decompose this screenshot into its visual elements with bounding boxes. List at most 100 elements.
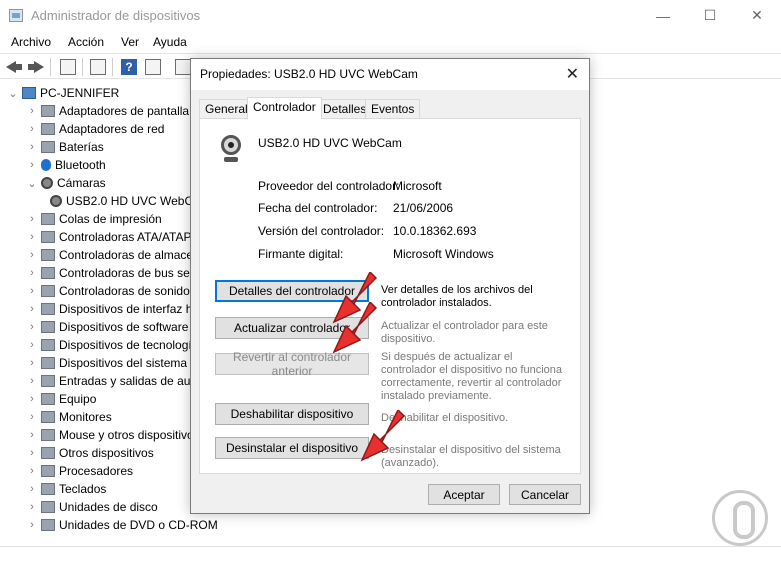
tree-category-item[interactable]: › Otros dispositivos xyxy=(27,444,154,462)
tree-category-item[interactable]: › Procesadores xyxy=(27,462,133,480)
tree-category-item[interactable]: › Teclados xyxy=(27,480,106,498)
tree-category-item[interactable]: › Dispositivos del sistema xyxy=(27,354,187,372)
forward-arrow-icon[interactable] xyxy=(28,59,44,75)
mouse-icon xyxy=(41,429,55,441)
disable-device-button[interactable]: Deshabilitar dispositivo xyxy=(215,403,369,425)
chevron-right-icon[interactable]: › xyxy=(27,303,37,315)
dialog-titlebar: Propiedades: USB2.0 HD UVC WebCam ✕ xyxy=(191,59,589,90)
tree-category-item[interactable]: › Entradas y salidas de audio xyxy=(27,372,206,390)
device-name: USB2.0 HD UVC WebCam xyxy=(258,136,402,150)
chevron-down-icon[interactable]: ⌄ xyxy=(27,177,37,190)
chevron-right-icon[interactable]: › xyxy=(27,465,37,477)
chevron-right-icon[interactable]: › xyxy=(27,249,37,261)
tree-category-item[interactable]: › Colas de impresión xyxy=(27,210,162,228)
driver-date-label: Fecha del controlador: xyxy=(258,201,378,215)
menu-ayuda[interactable]: Ayuda xyxy=(153,35,187,49)
computer-icon xyxy=(22,87,36,99)
tree-category-item[interactable]: › Baterías xyxy=(27,138,104,156)
minimize-button[interactable]: — xyxy=(640,0,686,31)
sound-icon xyxy=(41,285,55,297)
toolbar-separator xyxy=(82,58,83,76)
tree-category-item[interactable]: › Unidades de DVD o CD-ROM xyxy=(27,516,218,534)
tree-category-item[interactable]: › Adaptadores de red xyxy=(27,120,164,138)
provider-label: Proveedor del controlador: xyxy=(258,179,400,193)
chevron-right-icon[interactable]: › xyxy=(27,483,37,495)
close-button[interactable]: ✕ xyxy=(734,0,780,31)
tree-item-label: Adaptadores de red xyxy=(59,122,165,136)
tree-item-label: Entradas y salidas de audio xyxy=(59,374,207,388)
processor-icon xyxy=(41,465,55,477)
controller-icon xyxy=(41,231,55,243)
chevron-right-icon[interactable]: › xyxy=(27,213,37,225)
chevron-right-icon[interactable]: › xyxy=(27,411,37,423)
chevron-right-icon[interactable]: › xyxy=(27,321,37,333)
chevron-right-icon[interactable]: › xyxy=(27,501,37,513)
chevron-right-icon[interactable]: › xyxy=(27,141,37,153)
chevron-right-icon[interactable]: › xyxy=(27,231,37,243)
cancel-button[interactable]: Cancelar xyxy=(509,484,581,505)
tree-category-item[interactable]: › Controladoras ATA/ATAPI xyxy=(27,228,195,246)
tree-item-label: Cámaras xyxy=(57,176,106,190)
tree-category-item[interactable]: ⌄ Cámaras xyxy=(27,174,106,192)
storage-icon xyxy=(41,249,55,261)
chevron-right-icon[interactable]: › xyxy=(27,285,37,297)
driver-version-value: 10.0.18362.693 xyxy=(393,224,477,238)
accept-button[interactable]: Aceptar xyxy=(428,484,500,505)
tree-category-item[interactable]: › Adaptadores de pantalla xyxy=(27,102,189,120)
menu-archivo[interactable]: Archivo xyxy=(11,35,51,49)
keyboard-icon xyxy=(41,483,55,495)
document-icon[interactable] xyxy=(90,59,106,75)
tree-item-label: Teclados xyxy=(59,482,107,496)
chevron-right-icon[interactable]: › xyxy=(27,267,37,279)
annotation-arrow-icon xyxy=(360,410,406,462)
digital-signer-label: Firmante digital: xyxy=(258,247,344,261)
back-arrow-icon[interactable] xyxy=(6,59,22,75)
rollback-driver-description: Si después de actualizar el controlador … xyxy=(381,351,563,402)
webcam-icon xyxy=(218,135,244,165)
tree-category-item[interactable]: › Bluetooth xyxy=(27,156,106,174)
chevron-right-icon[interactable]: › xyxy=(27,429,37,441)
menu-ver[interactable]: Ver xyxy=(121,35,139,49)
tab-controlador[interactable]: Controlador xyxy=(247,97,322,119)
chevron-right-icon[interactable]: › xyxy=(27,357,37,369)
chevron-right-icon[interactable]: › xyxy=(27,123,37,135)
tree-category-item[interactable]: › Dispositivos de software xyxy=(27,318,188,336)
system-device-icon xyxy=(41,357,55,369)
tab-general[interactable]: General xyxy=(199,99,254,118)
dialog-close-icon[interactable]: ✕ xyxy=(566,64,579,84)
disk-icon xyxy=(41,501,55,513)
tree-category-item[interactable]: › Unidades de disco xyxy=(27,498,158,516)
menu-accion[interactable]: Acción xyxy=(68,35,104,49)
annotation-arrow-icon xyxy=(332,302,378,354)
status-bar xyxy=(0,546,781,547)
dialog-title: Propiedades: USB2.0 HD UVC WebCam xyxy=(200,67,418,81)
tree-item-label: USB2.0 HD UVC WebCam xyxy=(66,194,210,208)
grid-view-icon[interactable] xyxy=(145,59,161,75)
other-device-icon xyxy=(41,447,55,459)
chevron-right-icon[interactable]: › xyxy=(27,447,37,459)
scan-hardware-icon[interactable] xyxy=(175,59,191,75)
tree-device-item[interactable]: USB2.0 HD UVC WebCam xyxy=(50,192,210,210)
tree-category-item[interactable]: › Equipo xyxy=(27,390,96,408)
audio-io-icon xyxy=(41,375,55,387)
chevron-right-icon[interactable]: › xyxy=(27,375,37,387)
tree-category-item[interactable]: › Monitores xyxy=(27,408,112,426)
properties-view-icon[interactable] xyxy=(60,59,76,75)
chevron-right-icon[interactable]: › xyxy=(27,159,37,171)
chevron-right-icon[interactable]: › xyxy=(27,393,37,405)
tree-item-label: Equipo xyxy=(59,392,97,406)
solvetic-logo xyxy=(712,490,768,546)
chevron-right-icon[interactable]: › xyxy=(27,519,37,531)
tab-eventos[interactable]: Eventos xyxy=(365,99,421,118)
software-device-icon xyxy=(41,321,55,333)
tree-root[interactable]: ⌄ PC-JENNIFER xyxy=(8,84,119,102)
chevron-down-icon[interactable]: ⌄ xyxy=(8,87,18,100)
maximize-button[interactable]: ☐ xyxy=(687,0,733,31)
toolbar-separator xyxy=(112,58,113,76)
chevron-right-icon[interactable]: › xyxy=(27,105,37,117)
chevron-right-icon[interactable]: › xyxy=(27,339,37,351)
help-icon[interactable]: ? xyxy=(121,59,137,75)
webcam-icon xyxy=(50,195,62,207)
digital-signer-value: Microsoft Windows xyxy=(393,247,494,261)
uninstall-device-button[interactable]: Desinstalar el dispositivo xyxy=(215,437,369,459)
